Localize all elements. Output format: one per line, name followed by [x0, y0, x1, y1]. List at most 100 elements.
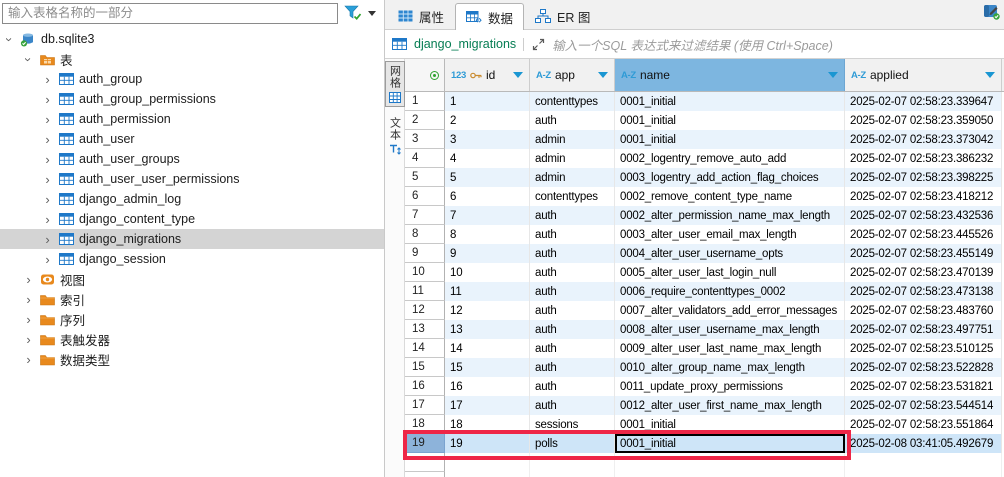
- cell-id[interactable]: 17: [445, 396, 530, 415]
- cell-name[interactable]: 0009_alter_user_last_name_max_length: [615, 339, 845, 358]
- column-filter-arrow-icon[interactable]: [985, 72, 995, 78]
- chevron-right-icon[interactable]: ›: [42, 93, 53, 106]
- cell-id[interactable]: 13: [445, 320, 530, 339]
- database-edit-icon[interactable]: [982, 4, 1001, 21]
- cell-applied[interactable]: 2025-02-07 02:58:23.339647: [845, 92, 1002, 111]
- cell-applied[interactable]: 2025-02-07 02:58:23.510125: [845, 339, 1002, 358]
- cell-applied[interactable]: 2025-02-07 02:58:23.418212: [845, 187, 1002, 206]
- cell-name[interactable]: 0003_alter_user_email_max_length: [615, 225, 845, 244]
- cell-app[interactable]: auth: [530, 244, 615, 263]
- cell-name[interactable]: 0005_alter_user_last_login_null: [615, 263, 845, 282]
- row-number[interactable]: 17: [405, 396, 445, 415]
- chevron-right-icon[interactable]: ›: [23, 353, 34, 366]
- row-number[interactable]: 16: [405, 377, 445, 396]
- row-number[interactable]: 3: [405, 130, 445, 149]
- cell-id[interactable]: 12: [445, 301, 530, 320]
- chevron-right-icon[interactable]: ›: [23, 313, 34, 326]
- tree-item-auth-group-permissions[interactable]: › auth_group_permissions: [0, 89, 384, 109]
- row-number[interactable]: 13: [405, 320, 445, 339]
- cell-id[interactable]: 11: [445, 282, 530, 301]
- cell-applied[interactable]: 2025-02-07 02:58:23.432536: [845, 206, 1002, 225]
- cell-app[interactable]: admin: [530, 149, 615, 168]
- column-header-app[interactable]: A-Z app: [530, 59, 615, 91]
- chevron-right-icon[interactable]: ›: [23, 333, 34, 346]
- tree-item-django-content-type[interactable]: › django_content_type: [0, 209, 384, 229]
- table-search-input[interactable]: [2, 2, 338, 24]
- cell-applied[interactable]: 2025-02-07 02:58:23.398225: [845, 168, 1002, 187]
- row-number[interactable]: 15: [405, 358, 445, 377]
- cell-applied[interactable]: 2025-02-07 02:58:23.470139: [845, 263, 1002, 282]
- chevron-right-icon[interactable]: ›: [42, 73, 53, 86]
- tree-item-db-sqlite3[interactable]: › db.sqlite3: [0, 29, 384, 49]
- tab-data[interactable]: 数据: [455, 3, 525, 30]
- cell-applied[interactable]: 2025-02-07 02:58:23.544514: [845, 396, 1002, 415]
- cell-id[interactable]: 5: [445, 168, 530, 187]
- row-number[interactable]: 12: [405, 301, 445, 320]
- cell-name[interactable]: 0002_alter_permission_name_max_length: [615, 206, 845, 225]
- cell-name[interactable]: 0001_initial: [615, 130, 845, 149]
- row-number[interactable]: 19: [405, 434, 445, 453]
- tree-item-django-admin-log[interactable]: › django_admin_log: [0, 189, 384, 209]
- tree-item-django-session[interactable]: › django_session: [0, 249, 384, 269]
- chevron-right-icon[interactable]: ›: [42, 213, 53, 226]
- view-tab-grid[interactable]: 网格: [384, 61, 405, 107]
- sql-filter-input[interactable]: 输入一个SQL 表达式来过滤结果 (使用 Ctrl+Space): [552, 35, 833, 54]
- cell-applied[interactable]: 2025-02-07 02:58:23.551864: [845, 415, 1002, 434]
- cell-name[interactable]: 0003_logentry_add_action_flag_choices: [615, 168, 845, 187]
- chevron-right-icon[interactable]: ›: [42, 153, 53, 166]
- cell-app[interactable]: auth: [530, 111, 615, 130]
- chevron-right-icon[interactable]: ›: [42, 233, 53, 246]
- chevron-right-icon[interactable]: ›: [42, 193, 53, 206]
- column-filter-arrow-icon[interactable]: [598, 72, 608, 78]
- cell-applied[interactable]: 2025-02-07 02:58:23.497751: [845, 320, 1002, 339]
- tab-properties[interactable]: 属性: [387, 2, 455, 29]
- cell-name[interactable]: 0001_initial: [615, 111, 845, 130]
- row-number[interactable]: 9: [405, 244, 445, 263]
- cell-id[interactable]: 14: [445, 339, 530, 358]
- cell-name[interactable]: 0002_remove_content_type_name: [615, 187, 845, 206]
- row-number[interactable]: 10: [405, 263, 445, 282]
- row-number[interactable]: 11: [405, 282, 445, 301]
- chevron-right-icon[interactable]: ›: [42, 133, 53, 146]
- cell-name[interactable]: 0006_require_contenttypes_0002: [615, 282, 845, 301]
- row-number[interactable]: 14: [405, 339, 445, 358]
- row-number[interactable]: 4: [405, 149, 445, 168]
- cell-id[interactable]: 15: [445, 358, 530, 377]
- cell-name[interactable]: 0001_initial: [615, 415, 845, 434]
- row-number[interactable]: 2: [405, 111, 445, 130]
- cell-applied[interactable]: 2025-02-07 02:58:23.373042: [845, 130, 1002, 149]
- cell-id[interactable]: 3: [445, 130, 530, 149]
- row-number[interactable]: 18: [405, 415, 445, 434]
- cell-id[interactable]: 8: [445, 225, 530, 244]
- cell-name[interactable]: 0001_initial: [615, 92, 845, 111]
- cell-app[interactable]: contenttypes: [530, 187, 615, 206]
- chevron-right-icon[interactable]: ›: [23, 293, 34, 306]
- cell-app[interactable]: auth: [530, 225, 615, 244]
- cell-app[interactable]: auth: [530, 320, 615, 339]
- tree-item-auth-group[interactable]: › auth_group: [0, 69, 384, 89]
- cell-name[interactable]: 0012_alter_user_first_name_max_length: [615, 396, 845, 415]
- cell-applied[interactable]: 2025-02-07 02:58:23.445526: [845, 225, 1002, 244]
- cell-id[interactable]: 6: [445, 187, 530, 206]
- cell-app[interactable]: auth: [530, 282, 615, 301]
- column-filter-arrow-icon[interactable]: [828, 72, 838, 78]
- column-header-applied[interactable]: A-Z applied: [845, 59, 1002, 91]
- cell-id[interactable]: 16: [445, 377, 530, 396]
- cell-id[interactable]: 19: [445, 434, 530, 453]
- tree-item-auth-user-user-permissions[interactable]: › auth_user_user_permissions: [0, 169, 384, 189]
- expand-filter-icon[interactable]: [523, 37, 545, 51]
- current-table-name[interactable]: django_migrations: [414, 37, 516, 51]
- cell-app[interactable]: polls: [530, 434, 615, 453]
- cell-id[interactable]: 9: [445, 244, 530, 263]
- cell-app[interactable]: auth: [530, 263, 615, 282]
- row-number[interactable]: 1: [405, 92, 445, 111]
- cell-applied[interactable]: 2025-02-07 02:58:23.531821: [845, 377, 1002, 396]
- cell-name[interactable]: 0007_alter_validators_add_error_messages: [615, 301, 845, 320]
- cell-id[interactable]: 1: [445, 92, 530, 111]
- column-header-id[interactable]: 123 id: [445, 59, 530, 91]
- cell-id[interactable]: 2: [445, 111, 530, 130]
- cell-app[interactable]: admin: [530, 130, 615, 149]
- chevron-right-icon[interactable]: ›: [42, 253, 53, 266]
- cell-name[interactable]: 0002_logentry_remove_auto_add: [615, 149, 845, 168]
- cell-name[interactable]: 0010_alter_group_name_max_length: [615, 358, 845, 377]
